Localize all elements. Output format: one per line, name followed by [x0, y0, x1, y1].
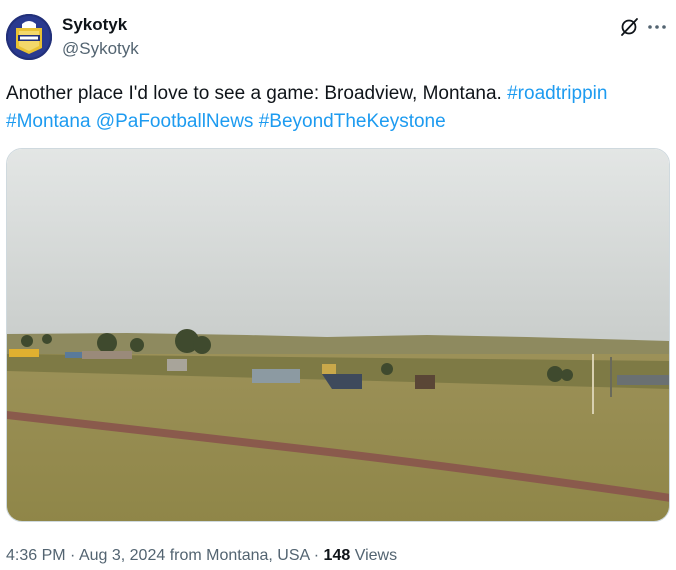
more-options-icon[interactable]: [646, 16, 668, 38]
tweet-date[interactable]: Aug 3, 2024: [79, 547, 165, 564]
views-label: Views: [354, 547, 398, 564]
hashtag-beyondthekeystone[interactable]: #BeyondTheKeystone: [259, 111, 446, 132]
meta-separator: ·: [313, 547, 320, 564]
landscape-photo-icon: [7, 149, 669, 521]
tweet-photo[interactable]: [6, 148, 670, 522]
tweet-meta: 4:36 PM · Aug 3, 2024 from Montana, USA …: [6, 545, 397, 567]
avatar[interactable]: [6, 14, 52, 60]
tweet-location: from Montana, USA: [169, 547, 310, 564]
hashtag-montana[interactable]: #Montana: [6, 111, 91, 132]
tweet-time[interactable]: 4:36 PM: [6, 547, 66, 564]
tweet-header: Sykotyk @Sykotyk: [6, 14, 670, 64]
mention-pafootballnews[interactable]: @PaFootballNews: [96, 111, 254, 132]
grok-icon[interactable]: [618, 16, 640, 38]
tweet-body-text: Another place I'd love to see a game: Br…: [6, 83, 502, 104]
tweet-text: Another place I'd love to see a game: Br…: [6, 80, 670, 136]
hashtag-roadtrippin[interactable]: #roadtrippin: [507, 83, 607, 104]
author-names: Sykotyk @Sykotyk: [62, 14, 139, 60]
meta-separator: ·: [70, 547, 76, 564]
display-name[interactable]: Sykotyk: [62, 14, 139, 36]
views-count: 148: [323, 547, 351, 564]
user-handle[interactable]: @Sykotyk: [62, 38, 139, 60]
team-logo-avatar-icon: [6, 14, 52, 60]
